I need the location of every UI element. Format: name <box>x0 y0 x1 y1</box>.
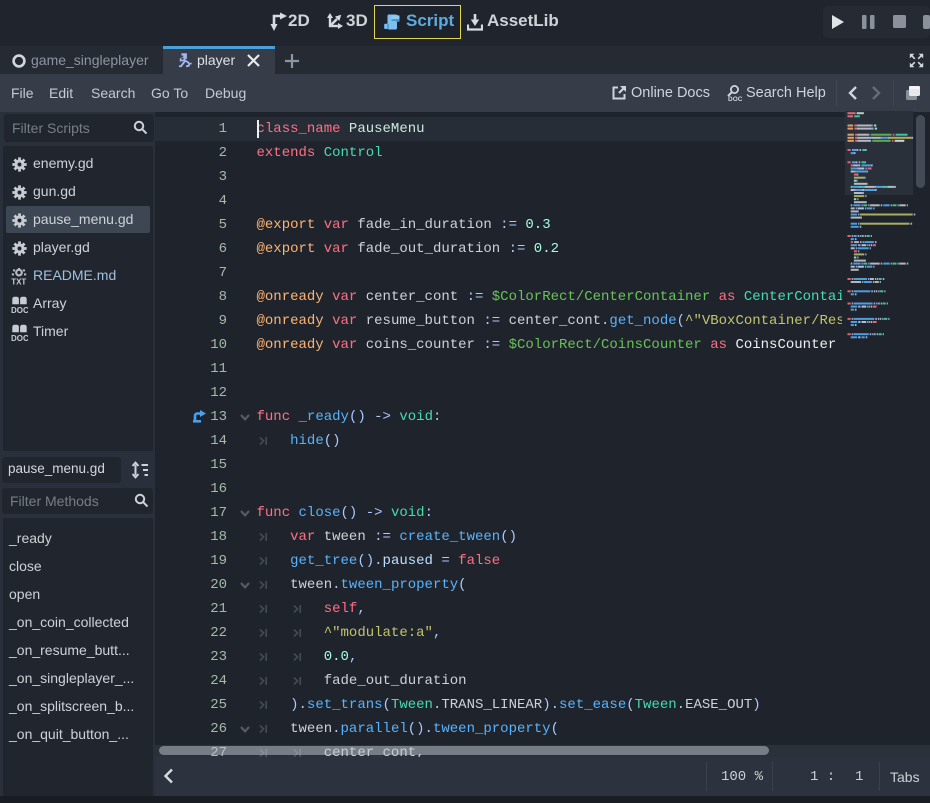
svg-text:TXT: TXT <box>11 278 26 286</box>
svg-text:DOC: DOC <box>728 96 742 102</box>
svg-text:DOC: DOC <box>11 306 28 313</box>
svg-text:DOC: DOC <box>11 334 28 341</box>
